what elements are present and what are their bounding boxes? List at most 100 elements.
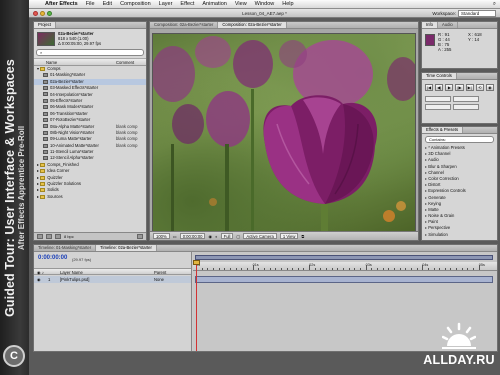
spotlight-icon[interactable]: ⌕ [493, 1, 496, 8]
ruler-tick [410, 268, 412, 270]
current-time-indicator[interactable] [196, 260, 197, 351]
effects-presets-panel: Effects & Presets Contains: * Animation … [421, 126, 498, 241]
comp-info: 02a-Bezier*starter 818 x 540 (1.00) Δ 0:… [58, 31, 101, 46]
last-frame-button[interactable]: ▶| [465, 84, 474, 91]
effects-search-input[interactable]: Contains: [425, 136, 494, 143]
ram-preview-button[interactable]: ◉ [485, 84, 494, 91]
col-comment[interactable]: Comment [116, 60, 134, 65]
ruler-tick [224, 268, 226, 270]
tab-comp-1[interactable]: Composition: 02a-Bezier*starter [150, 22, 219, 28]
tab-audio[interactable]: Audio [438, 22, 458, 28]
composition-icon [43, 149, 48, 154]
menu-view[interactable]: View [231, 1, 251, 7]
menu-edit[interactable]: Edit [99, 1, 116, 7]
composition-icon [43, 124, 48, 129]
full-screen-toggle[interactable] [453, 104, 479, 110]
composition-icon [43, 105, 48, 110]
preview-options-row-2 [422, 103, 497, 111]
info-y: Y : 14 [468, 37, 480, 42]
layer-name[interactable]: [PinkTulips.psd] [60, 276, 89, 283]
project-item-name: 09-Luma Matte*starter [50, 136, 92, 142]
layer-row[interactable]: ◉ 1 [PinkTulips.psd] None [34, 276, 191, 283]
menu-composition[interactable]: Composition [116, 1, 155, 7]
layer-index: 1 [48, 277, 51, 282]
menu-app[interactable]: After Effects [41, 1, 82, 7]
col-parent[interactable]: Parent [154, 270, 166, 275]
channel-icon[interactable]: ◐ [215, 234, 218, 239]
layer-parent[interactable]: None [154, 276, 164, 283]
comp-thumbnail [37, 32, 55, 46]
prev-frame-button[interactable]: ◀| [435, 84, 444, 91]
ruler-tick [269, 268, 271, 270]
tab-time-controls[interactable]: Time Controls [422, 73, 457, 79]
menu-help[interactable]: Help [278, 1, 297, 7]
project-item-name: 12-Stencil Alpha*starter [50, 155, 94, 161]
video-title-band: Guided Tour: User Interface & Workspaces… [0, 0, 29, 375]
menu-window[interactable]: Window [251, 1, 279, 7]
interpret-footage-icon[interactable] [37, 234, 43, 239]
ruler-tick [365, 265, 367, 270]
comp-viewer[interactable] [152, 33, 416, 232]
col-name[interactable]: Name [46, 60, 57, 65]
safe-margins-icon[interactable]: ▭ [173, 234, 177, 239]
frame-rate-select[interactable] [425, 96, 451, 102]
time-ruler[interactable]: 0s 01s 02s 03s 04s 05s [193, 262, 497, 271]
resolution-preview-select[interactable] [425, 104, 451, 110]
current-time-indicator-head[interactable] [193, 260, 200, 265]
ruler-tick [461, 268, 463, 270]
ruler-tick [303, 268, 305, 270]
visibility-eye-icon[interactable]: ◉ [37, 276, 41, 283]
toggle-view-icon[interactable]: ⧉ [301, 234, 304, 239]
menu-effect[interactable]: Effect [176, 1, 198, 7]
snapshot-icon[interactable]: ◉ [208, 234, 212, 239]
resolution-select[interactable]: Full [220, 233, 234, 239]
info-rgba: R : 91 G : 44 B : 75 A : 255 [438, 32, 451, 52]
next-frame-button[interactable]: |▶ [455, 84, 464, 91]
layer-duration-bar[interactable] [195, 276, 493, 283]
trash-icon[interactable] [137, 234, 143, 239]
new-comp-icon[interactable] [55, 234, 61, 239]
camera-select[interactable]: Active Camera [243, 233, 277, 239]
composition-icon [43, 86, 48, 91]
region-icon[interactable]: ▢ [236, 234, 240, 239]
watermark-text: ALLDAY.RU [423, 353, 495, 367]
col-layer-name[interactable]: Layer Name [60, 270, 83, 275]
tab-project[interactable]: Project [34, 22, 57, 28]
ruler-tick [348, 268, 350, 270]
tab-comp-2[interactable]: Composition: 02a-Bezier*starter [218, 22, 287, 28]
tab-timeline-1[interactable]: Timeline: 01-Masking*starter [34, 245, 97, 251]
comp-tabs: Composition: 02a-Bezier*starter Composit… [150, 22, 418, 29]
tab-info[interactable]: Info [422, 22, 438, 28]
ruler-tick [399, 268, 401, 270]
loop-button[interactable]: ⟲ [475, 84, 484, 91]
menu-file[interactable]: File [82, 1, 99, 7]
tab-effects-presets[interactable]: Effects & Presets [422, 127, 464, 133]
bit-depth-icon[interactable]: 8 bpc [64, 234, 74, 239]
play-button[interactable]: ▶ [445, 84, 454, 91]
skip-frames-select[interactable] [453, 96, 479, 102]
project-item-name: 01-Masking*starter [50, 72, 86, 78]
new-folder-icon[interactable] [46, 234, 52, 239]
composition-icon [43, 143, 48, 148]
playback-buttons: |◀ ◀| ▶ |▶ ▶| ⟲ ◉ [422, 80, 497, 95]
ruler-tick [218, 268, 220, 270]
ruler-tick [371, 268, 373, 270]
menu-layer[interactable]: Layer [155, 1, 177, 7]
search-icon: ⌕ [40, 50, 43, 55]
tab-timeline-2[interactable]: Timeline: 02a-Bezier*starter [96, 245, 157, 251]
workspace-select[interactable]: Standard [458, 10, 496, 17]
ruler-tick [444, 268, 446, 270]
folder-icon [40, 181, 46, 186]
composition-icon [43, 111, 48, 116]
project-item[interactable]: ▸ Sources [34, 194, 146, 200]
view-layout-select[interactable]: 1 View [279, 233, 299, 239]
effects-category[interactable]: Simulation [422, 232, 497, 238]
first-frame-button[interactable]: |◀ [425, 84, 434, 91]
zoom-select[interactable]: 100% [153, 233, 170, 239]
menu-animation[interactable]: Animation [198, 1, 230, 7]
current-time-display[interactable]: 0:00:00:00 [38, 255, 67, 261]
comp-timecode[interactable]: 0:00:00:00 [179, 233, 206, 239]
av-switches-icon[interactable]: ◉ ♪ [37, 270, 44, 275]
work-area-bar[interactable] [195, 255, 493, 260]
project-search-input[interactable]: ⌕ [36, 49, 144, 56]
